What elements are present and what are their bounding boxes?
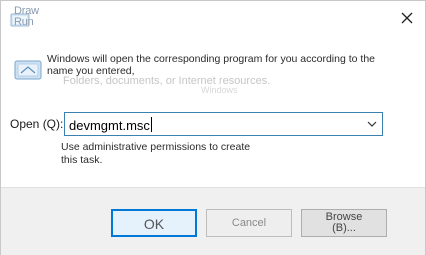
ok-button[interactable]: OK [111, 209, 197, 237]
cancel-button[interactable]: Cancel [206, 209, 292, 237]
dropdown-button[interactable] [362, 113, 382, 135]
title-bar: Draw Run [1, 1, 425, 35]
text-caret [150, 117, 152, 132]
chevron-down-icon [367, 121, 377, 127]
close-button[interactable] [394, 5, 420, 31]
close-icon [401, 12, 413, 24]
admin-permissions-note: Use administrative permissions to create… [61, 141, 251, 166]
run-dialog: Draw Run Windows will open the correspon… [0, 0, 426, 255]
cancel-button-label: Cancel [231, 217, 267, 229]
run-dialog-icon [14, 60, 42, 80]
window-title-line-2: Run [14, 16, 34, 28]
dialog-description: Windows will open the corresponding prog… [47, 53, 376, 77]
button-bar: OK Cancel Browse (B)... [1, 187, 425, 255]
open-input[interactable]: devmgmt.msc [69, 118, 150, 133]
open-combobox[interactable]: devmgmt.msc [64, 112, 383, 136]
browse-button-label: Browse (B)... [302, 212, 386, 234]
browse-button[interactable]: Browse (B)... [301, 209, 387, 237]
open-label: Open (Q): [10, 117, 64, 131]
browse-button-label-line-2: (B)... [332, 222, 356, 234]
open-input-wrapper: devmgmt.msc [69, 117, 152, 133]
ghost-text-secondary: Windows [201, 85, 238, 95]
window-title: Draw Run [14, 6, 39, 28]
ghost-text: Folders, documents, or Internet resource… [63, 75, 271, 87]
ok-button-label: OK [143, 216, 165, 232]
